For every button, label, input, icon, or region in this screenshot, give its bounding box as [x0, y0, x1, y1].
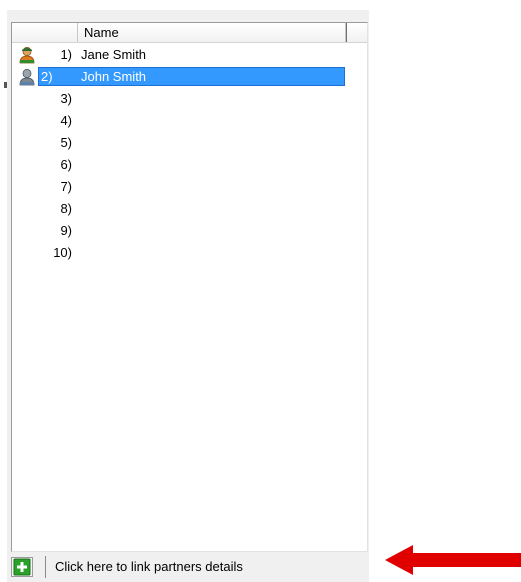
column-header-filler [346, 23, 367, 42]
row-number: 4) [60, 113, 72, 128]
row-number: 2) [41, 69, 53, 84]
list-item[interactable]: 8) [12, 198, 367, 220]
row-number: 9) [60, 223, 72, 238]
row-number: 3) [60, 91, 72, 106]
red-arrow-icon [385, 545, 521, 575]
row-number: 7) [60, 179, 72, 194]
list-item[interactable]: 9) [12, 220, 367, 242]
list-item[interactable]: 3) [12, 88, 367, 110]
list-item[interactable]: 4) [12, 110, 367, 132]
row-number: 6) [60, 157, 72, 172]
partners-listview[interactable]: Name 1) Jane Smith 2) John Smith 3) 4) 5… [11, 22, 368, 552]
row-number: 5) [60, 135, 72, 150]
link-partners-link[interactable]: Click here to link partners details [55, 556, 243, 578]
person-grey-icon [18, 68, 36, 86]
list-item-selected[interactable]: 2) John Smith [12, 66, 367, 88]
column-header-name[interactable]: Name [78, 23, 346, 42]
column-header-icon[interactable] [12, 23, 78, 42]
list-item[interactable]: 6) [12, 154, 367, 176]
divider [45, 556, 46, 578]
link-partners-bar: Click here to link partners details [11, 556, 361, 578]
plus-icon [13, 558, 31, 576]
listview-header: Name [12, 23, 367, 43]
row-number: 8) [60, 201, 72, 216]
row-number: 1) [60, 47, 72, 62]
row-name: John Smith [81, 69, 147, 84]
add-partner-button[interactable] [11, 557, 33, 577]
list-item[interactable]: 10) [12, 242, 367, 264]
person-orange-icon [18, 46, 36, 64]
list-item[interactable]: 7) [12, 176, 367, 198]
list-item[interactable]: 5) [12, 132, 367, 154]
listview-rows: 1) Jane Smith 2) John Smith 3) 4) 5) 6) … [12, 44, 367, 264]
row-name: Jane Smith [81, 47, 147, 62]
row-number: 10) [53, 245, 72, 260]
list-item[interactable]: 1) Jane Smith [12, 44, 367, 66]
partners-panel: Name 1) Jane Smith 2) John Smith 3) 4) 5… [7, 10, 369, 582]
